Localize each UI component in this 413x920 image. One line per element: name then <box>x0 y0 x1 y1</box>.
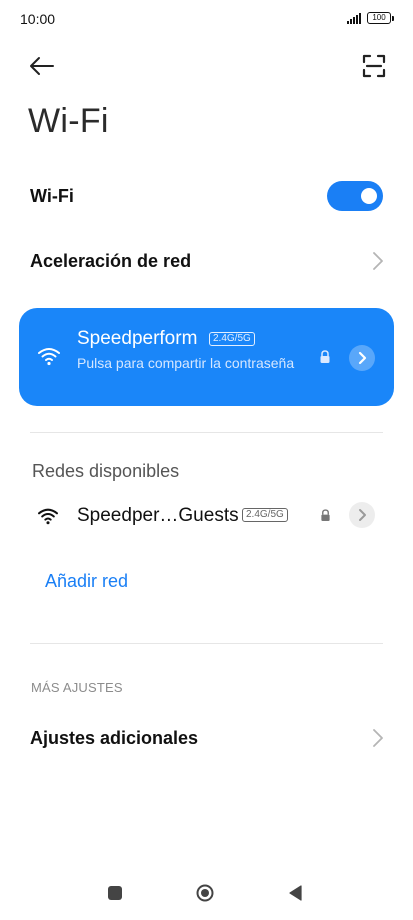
divider <box>30 643 383 644</box>
home-circle-icon <box>196 884 214 902</box>
back-arrow-icon <box>30 57 54 75</box>
home-button[interactable] <box>196 884 214 902</box>
chevron-right-icon <box>373 729 383 747</box>
network-ssid: Speedper…Guests <box>77 505 239 526</box>
wifi-icon <box>38 348 60 366</box>
chevron-right-icon <box>359 509 366 521</box>
add-network-link[interactable]: Añadir red <box>45 571 128 592</box>
network-details-button[interactable] <box>349 345 375 371</box>
nav-back-button[interactable] <box>288 885 302 901</box>
wifi-icon <box>38 508 58 525</box>
scan-button[interactable] <box>358 50 390 82</box>
status-time: 10:00 <box>20 11 56 27</box>
lock-icon <box>320 350 330 363</box>
band-badge: 2.4G/5G <box>209 332 255 346</box>
wifi-toggle-label: Wi-Fi <box>30 186 74 206</box>
more-settings-title: MÁS AJUSTES <box>31 680 123 695</box>
qr-scan-icon <box>362 54 386 78</box>
network-acceleration-row[interactable]: Aceleración de red <box>30 251 370 272</box>
chevron-right-icon <box>373 252 383 270</box>
lock-icon <box>321 509 330 521</box>
additional-settings-label: Ajustes adicionales <box>30 728 199 748</box>
wifi-toggle[interactable] <box>327 181 383 211</box>
available-networks-title: Redes disponibles <box>32 461 180 481</box>
divider <box>30 432 383 433</box>
battery-icon: 100 <box>367 12 394 24</box>
toggle-knob <box>361 188 377 204</box>
back-button[interactable] <box>26 50 58 82</box>
status-icons: 100 <box>347 12 394 24</box>
signal-icon <box>347 12 361 24</box>
page-title: Wi-Fi <box>28 102 109 140</box>
connected-ssid: Speedperform <box>77 328 198 349</box>
share-password-hint: Pulsa para compartir la contraseña <box>77 355 295 371</box>
additional-settings-row[interactable]: Ajustes adicionales <box>30 728 370 749</box>
recent-apps-button[interactable] <box>108 886 122 900</box>
network-acceleration-label: Aceleración de red <box>30 251 192 271</box>
chevron-right-icon <box>358 351 367 365</box>
back-triangle-icon <box>289 885 302 901</box>
connected-network-card[interactable]: Speedperform 2.4G/5G Pulsa para comparti… <box>19 308 394 406</box>
network-details-button[interactable] <box>349 502 375 528</box>
band-badge: 2.4G/5G <box>242 508 288 522</box>
